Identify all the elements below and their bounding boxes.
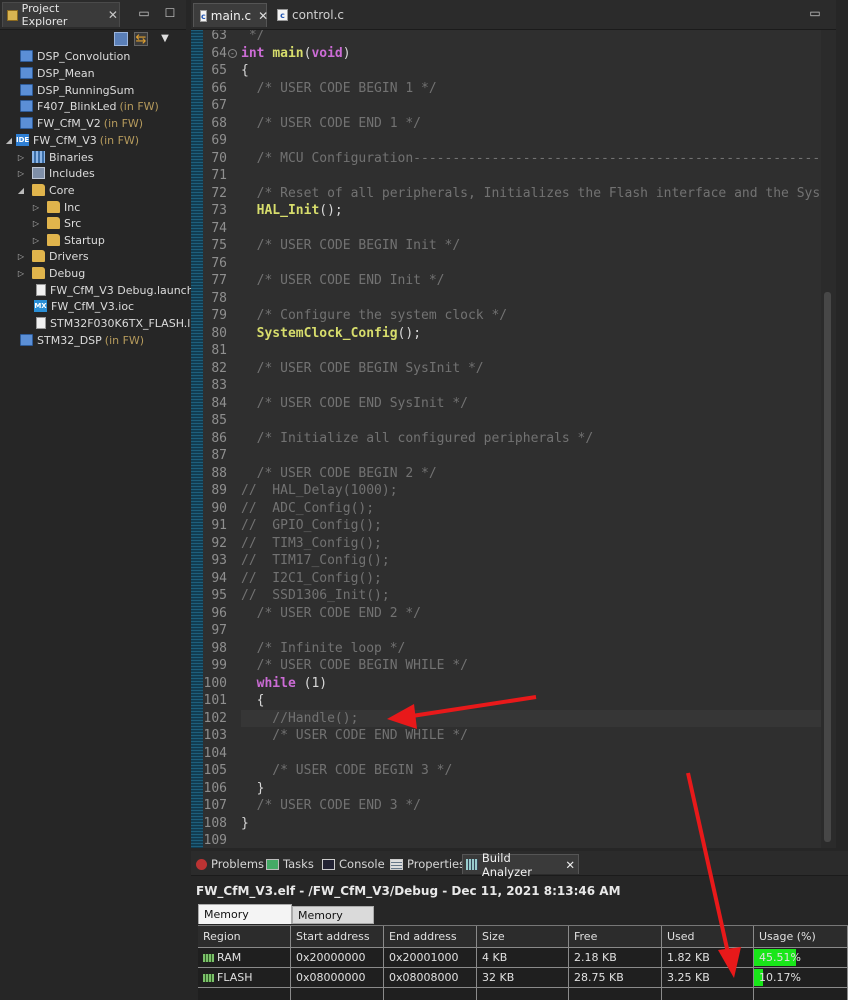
annotation-arrow-line — [686, 772, 730, 954]
annotation-arrowhead — [718, 947, 741, 978]
annotation-arrow-line — [411, 695, 537, 718]
annotation-arrows — [387, 695, 741, 978]
annotation-arrowhead — [387, 704, 417, 729]
